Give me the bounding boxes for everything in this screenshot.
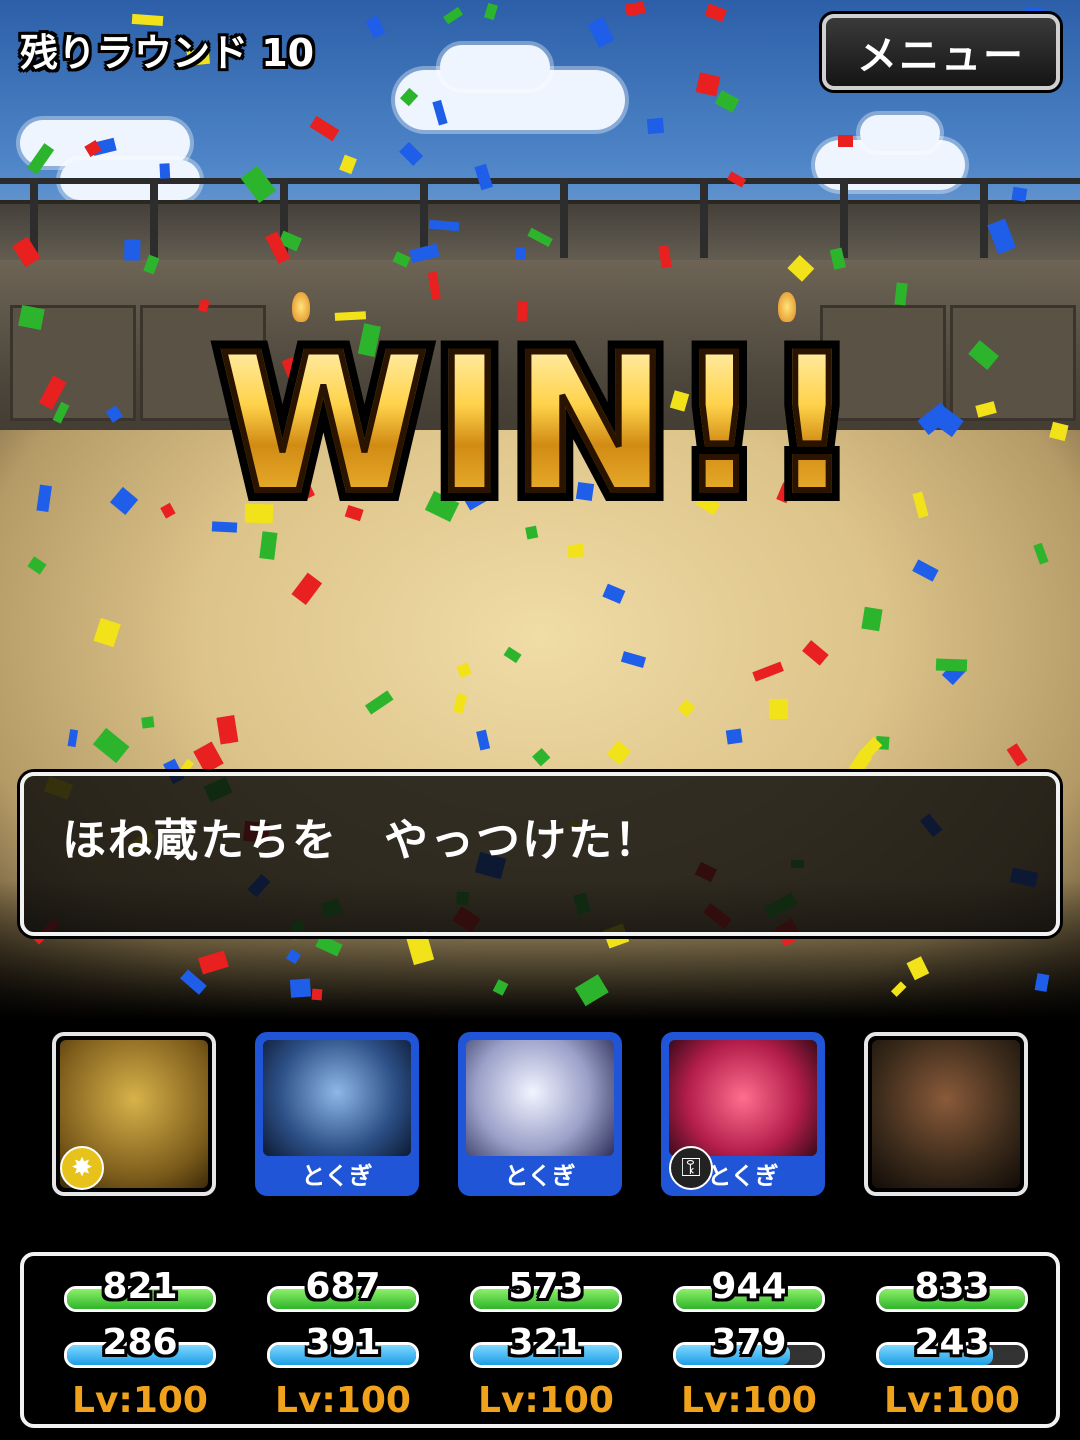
party-member-blue-skinned-demon[interactable]: とくぎ — [255, 1032, 419, 1196]
burst-icon: ✸ — [60, 1146, 104, 1190]
railing-post — [700, 178, 708, 258]
level-label: Lv:100 — [884, 1380, 1020, 1421]
menu-button[interactable]: メニュー — [822, 14, 1060, 90]
mp-value: 379 — [711, 1322, 787, 1363]
level-label: Lv:100 — [478, 1380, 614, 1421]
mp-value: 391 — [305, 1322, 381, 1363]
party-member-silver-dragon[interactable]: とくぎ — [458, 1032, 622, 1196]
skill-tag: とくぎ — [259, 1160, 415, 1192]
battle-message-text: ほね蔵たちを やっつけた！ — [62, 815, 660, 866]
wall-panel — [950, 305, 1076, 421]
monster-portrait-image — [872, 1040, 1020, 1188]
hp-value: 833 — [914, 1266, 990, 1307]
hp-value: 944 — [711, 1266, 787, 1307]
railing-post — [420, 178, 428, 258]
level-label: Lv:100 — [275, 1380, 411, 1421]
mp-value: 286 — [102, 1322, 178, 1363]
level-label: Lv:100 — [72, 1380, 208, 1421]
win-banner: WIN!! — [160, 322, 920, 528]
railing-post — [980, 178, 988, 258]
railing-post — [280, 178, 288, 258]
battle-message-box[interactable]: ほね蔵たちを やっつけた！ — [20, 772, 1060, 936]
skill-tag: とくぎ — [462, 1160, 618, 1192]
party-status-panel: 821 286 Lv:100 687 391 Lv:100 573 321 Lv:100 944 3… — [20, 1252, 1060, 1428]
hp-value: 687 — [305, 1266, 381, 1307]
monster-portrait-image — [263, 1040, 411, 1156]
mp-value: 321 — [508, 1322, 584, 1363]
railing-post — [150, 178, 158, 258]
key-icon: ⚿ — [669, 1146, 713, 1190]
hp-value: 821 — [102, 1266, 178, 1307]
level-label: Lv:100 — [681, 1380, 817, 1421]
arena-railing — [0, 178, 1080, 184]
party-member-pink-fanged-beast[interactable]: とくぎ ⚿ — [661, 1032, 825, 1196]
party-member-golden-statue-monster[interactable]: ✸ — [52, 1032, 216, 1196]
wall-panel — [10, 305, 136, 421]
mp-value: 243 — [914, 1322, 990, 1363]
railing-post — [560, 178, 568, 258]
railing-post — [840, 178, 848, 258]
party-member-armored-warrior[interactable] — [864, 1032, 1028, 1196]
monster-portrait-image — [466, 1040, 614, 1156]
cloud — [860, 115, 940, 151]
monster-portrait-image — [669, 1040, 817, 1156]
remaining-rounds-label: 残りラウンド 10 — [20, 31, 315, 75]
cloud — [440, 45, 550, 89]
hp-value: 573 — [508, 1266, 584, 1307]
railing-post — [30, 178, 38, 258]
